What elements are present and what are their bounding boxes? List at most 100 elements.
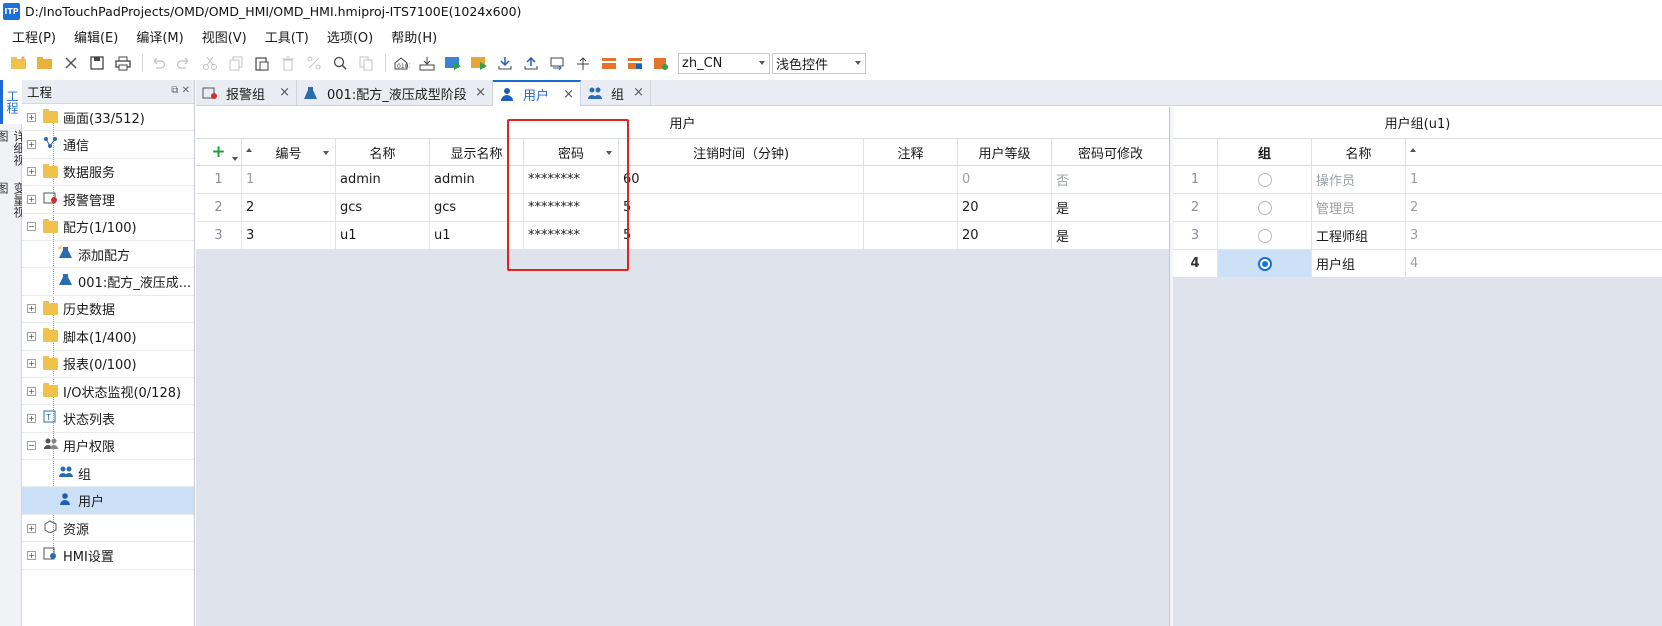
cell-id[interactable]: 1 [242, 166, 336, 193]
cell-password[interactable]: ******** [524, 222, 619, 249]
filter-icon[interactable] [606, 151, 612, 155]
cell-password-changeable[interactable]: 是 [1052, 222, 1169, 249]
close-icon[interactable]: × [279, 85, 290, 100]
radio-unchecked-icon[interactable] [1257, 200, 1272, 215]
menu-tools[interactable]: 工具(T) [259, 27, 315, 46]
replace-icon[interactable] [355, 52, 377, 74]
tab-recipe-001[interactable]: 001:配方_液压成型阶段 × [297, 80, 493, 106]
table-row[interactable]: 2 2 gcs gcs ******** 5 20 是 [196, 194, 1169, 222]
cell-password[interactable]: ******** [524, 194, 619, 221]
column-name[interactable]: 名称 [336, 139, 430, 165]
language-select[interactable]: zh_CN [678, 52, 770, 74]
percent-icon[interactable] [303, 52, 325, 74]
radio-unchecked-icon[interactable] [1257, 172, 1272, 187]
close-icon[interactable] [60, 52, 82, 74]
radio-checked-icon[interactable] [1257, 256, 1272, 271]
cell-name[interactable]: u1 [336, 222, 430, 249]
column-group-name[interactable]: 名称 [1312, 139, 1406, 165]
column-note[interactable]: 注释 [864, 139, 958, 165]
expand-icon[interactable]: + [27, 304, 36, 314]
table-row[interactable]: 3 工程师组 3 [1173, 222, 1662, 250]
cell-user-level[interactable]: 20 [958, 222, 1052, 249]
expand-icon[interactable]: + [27, 194, 36, 204]
menu-options[interactable]: 选项(O) [321, 27, 379, 46]
menu-help[interactable]: 帮助(H) [385, 27, 443, 46]
tree-item-add-recipe[interactable]: * 添加配方 [22, 241, 194, 269]
undo-icon[interactable] [147, 52, 169, 74]
tree-item-history[interactable]: + 历史数据 [22, 296, 194, 324]
paste-icon[interactable] [251, 52, 273, 74]
tree-item-status-list[interactable]: + T 状态列表 [22, 405, 194, 433]
cell-note[interactable] [864, 194, 958, 221]
cell-logout-time[interactable]: 60 [619, 166, 864, 193]
save-icon[interactable] [86, 52, 108, 74]
radio-unchecked-icon[interactable] [1257, 228, 1272, 243]
filter-icon[interactable] [323, 151, 329, 155]
tab-alarm-group[interactable]: 报警组 × [196, 80, 297, 106]
cell-display-name[interactable]: admin [430, 166, 524, 193]
copy-icon[interactable] [225, 52, 247, 74]
menu-build[interactable]: 编译(M) [130, 27, 189, 46]
redo-icon[interactable] [173, 52, 195, 74]
cell-note[interactable] [864, 166, 958, 193]
delete-icon[interactable] [277, 52, 299, 74]
column-id[interactable]: 编号 [242, 139, 336, 165]
column-password[interactable]: 密码 [524, 139, 619, 165]
package-settings-icon[interactable] [650, 52, 672, 74]
tree-item-communication[interactable]: + 通信 [22, 131, 194, 159]
tree-item-recipe-001[interactable]: 001:配方_液压成... [22, 268, 194, 296]
run-online-icon[interactable] [468, 52, 490, 74]
run-simulation-icon[interactable] [442, 52, 464, 74]
side-tab-detail-view[interactable]: 详细视图 [0, 124, 26, 176]
menu-edit[interactable]: 编辑(E) [68, 27, 124, 46]
side-tab-project[interactable]: 工程 [0, 80, 22, 124]
cell-user-level[interactable]: 0 [958, 166, 1052, 193]
build-icon[interactable]: 0101 [390, 52, 412, 74]
tree-item-io-monitor[interactable]: + I/O状态监视(0/128) [22, 378, 194, 406]
expand-icon[interactable]: + [27, 359, 36, 369]
table-row[interactable]: 2 管理员 2 [1173, 194, 1662, 222]
cut-icon[interactable] [199, 52, 221, 74]
tree-item-recipe[interactable]: − 配方(1/100) [22, 214, 194, 241]
add-user-button[interactable]: + [196, 139, 242, 165]
expand-icon[interactable]: + [27, 550, 36, 560]
menu-view[interactable]: 视图(V) [196, 27, 253, 46]
tree-item-user[interactable]: 用户 [22, 487, 194, 515]
close-icon[interactable]: × [633, 85, 644, 100]
tab-user[interactable]: 用户 × [493, 80, 581, 106]
cell-display-name[interactable]: u1 [430, 222, 524, 249]
tree-item-user-rights[interactable]: − 用户权限 [22, 433, 194, 461]
table-row[interactable]: 4 用户组 4 [1173, 250, 1662, 278]
cell-display-name[interactable]: gcs [430, 194, 524, 221]
side-tab-variable-view[interactable]: 变量视图 [0, 176, 26, 228]
column-display-name[interactable]: 显示名称 [430, 139, 524, 165]
package-export-icon[interactable] [624, 52, 646, 74]
tree-item-script[interactable]: + 脚本(1/400) [22, 323, 194, 351]
close-icon[interactable]: × [563, 87, 574, 102]
close-icon[interactable]: ✕ [182, 85, 190, 96]
theme-select[interactable]: 浅色控件 [772, 52, 866, 74]
cell-password-changeable[interactable]: 是 [1052, 194, 1169, 221]
cell-name[interactable]: admin [336, 166, 430, 193]
expand-icon[interactable]: + [27, 167, 36, 177]
menu-project[interactable]: 工程(P) [6, 27, 62, 46]
expand-icon[interactable]: + [27, 413, 36, 423]
tree-item-resources[interactable]: + 资源 [22, 515, 194, 543]
expand-icon[interactable]: + [27, 140, 36, 150]
tree-item-screens[interactable]: + 画面(33/512) [22, 104, 194, 132]
collapse-icon[interactable]: − [27, 441, 36, 451]
download-icon[interactable] [494, 52, 516, 74]
cell-password-changeable[interactable]: 否 [1052, 166, 1169, 193]
cell-name[interactable]: gcs [336, 194, 430, 221]
align-icon[interactable] [572, 52, 594, 74]
close-icon[interactable]: × [475, 85, 486, 100]
tab-group[interactable]: 组 × [581, 80, 651, 106]
compile-icon[interactable] [416, 52, 438, 74]
column-group[interactable]: 组 [1218, 139, 1312, 165]
group-radio[interactable] [1218, 166, 1312, 193]
column-user-level[interactable]: 用户等级 [958, 139, 1052, 165]
cell-id[interactable]: 3 [242, 222, 336, 249]
column-password-changeable[interactable]: 密码可修改 [1052, 139, 1169, 165]
expand-icon[interactable]: + [27, 386, 36, 396]
tree-item-data-service[interactable]: + 数据服务 [22, 159, 194, 187]
